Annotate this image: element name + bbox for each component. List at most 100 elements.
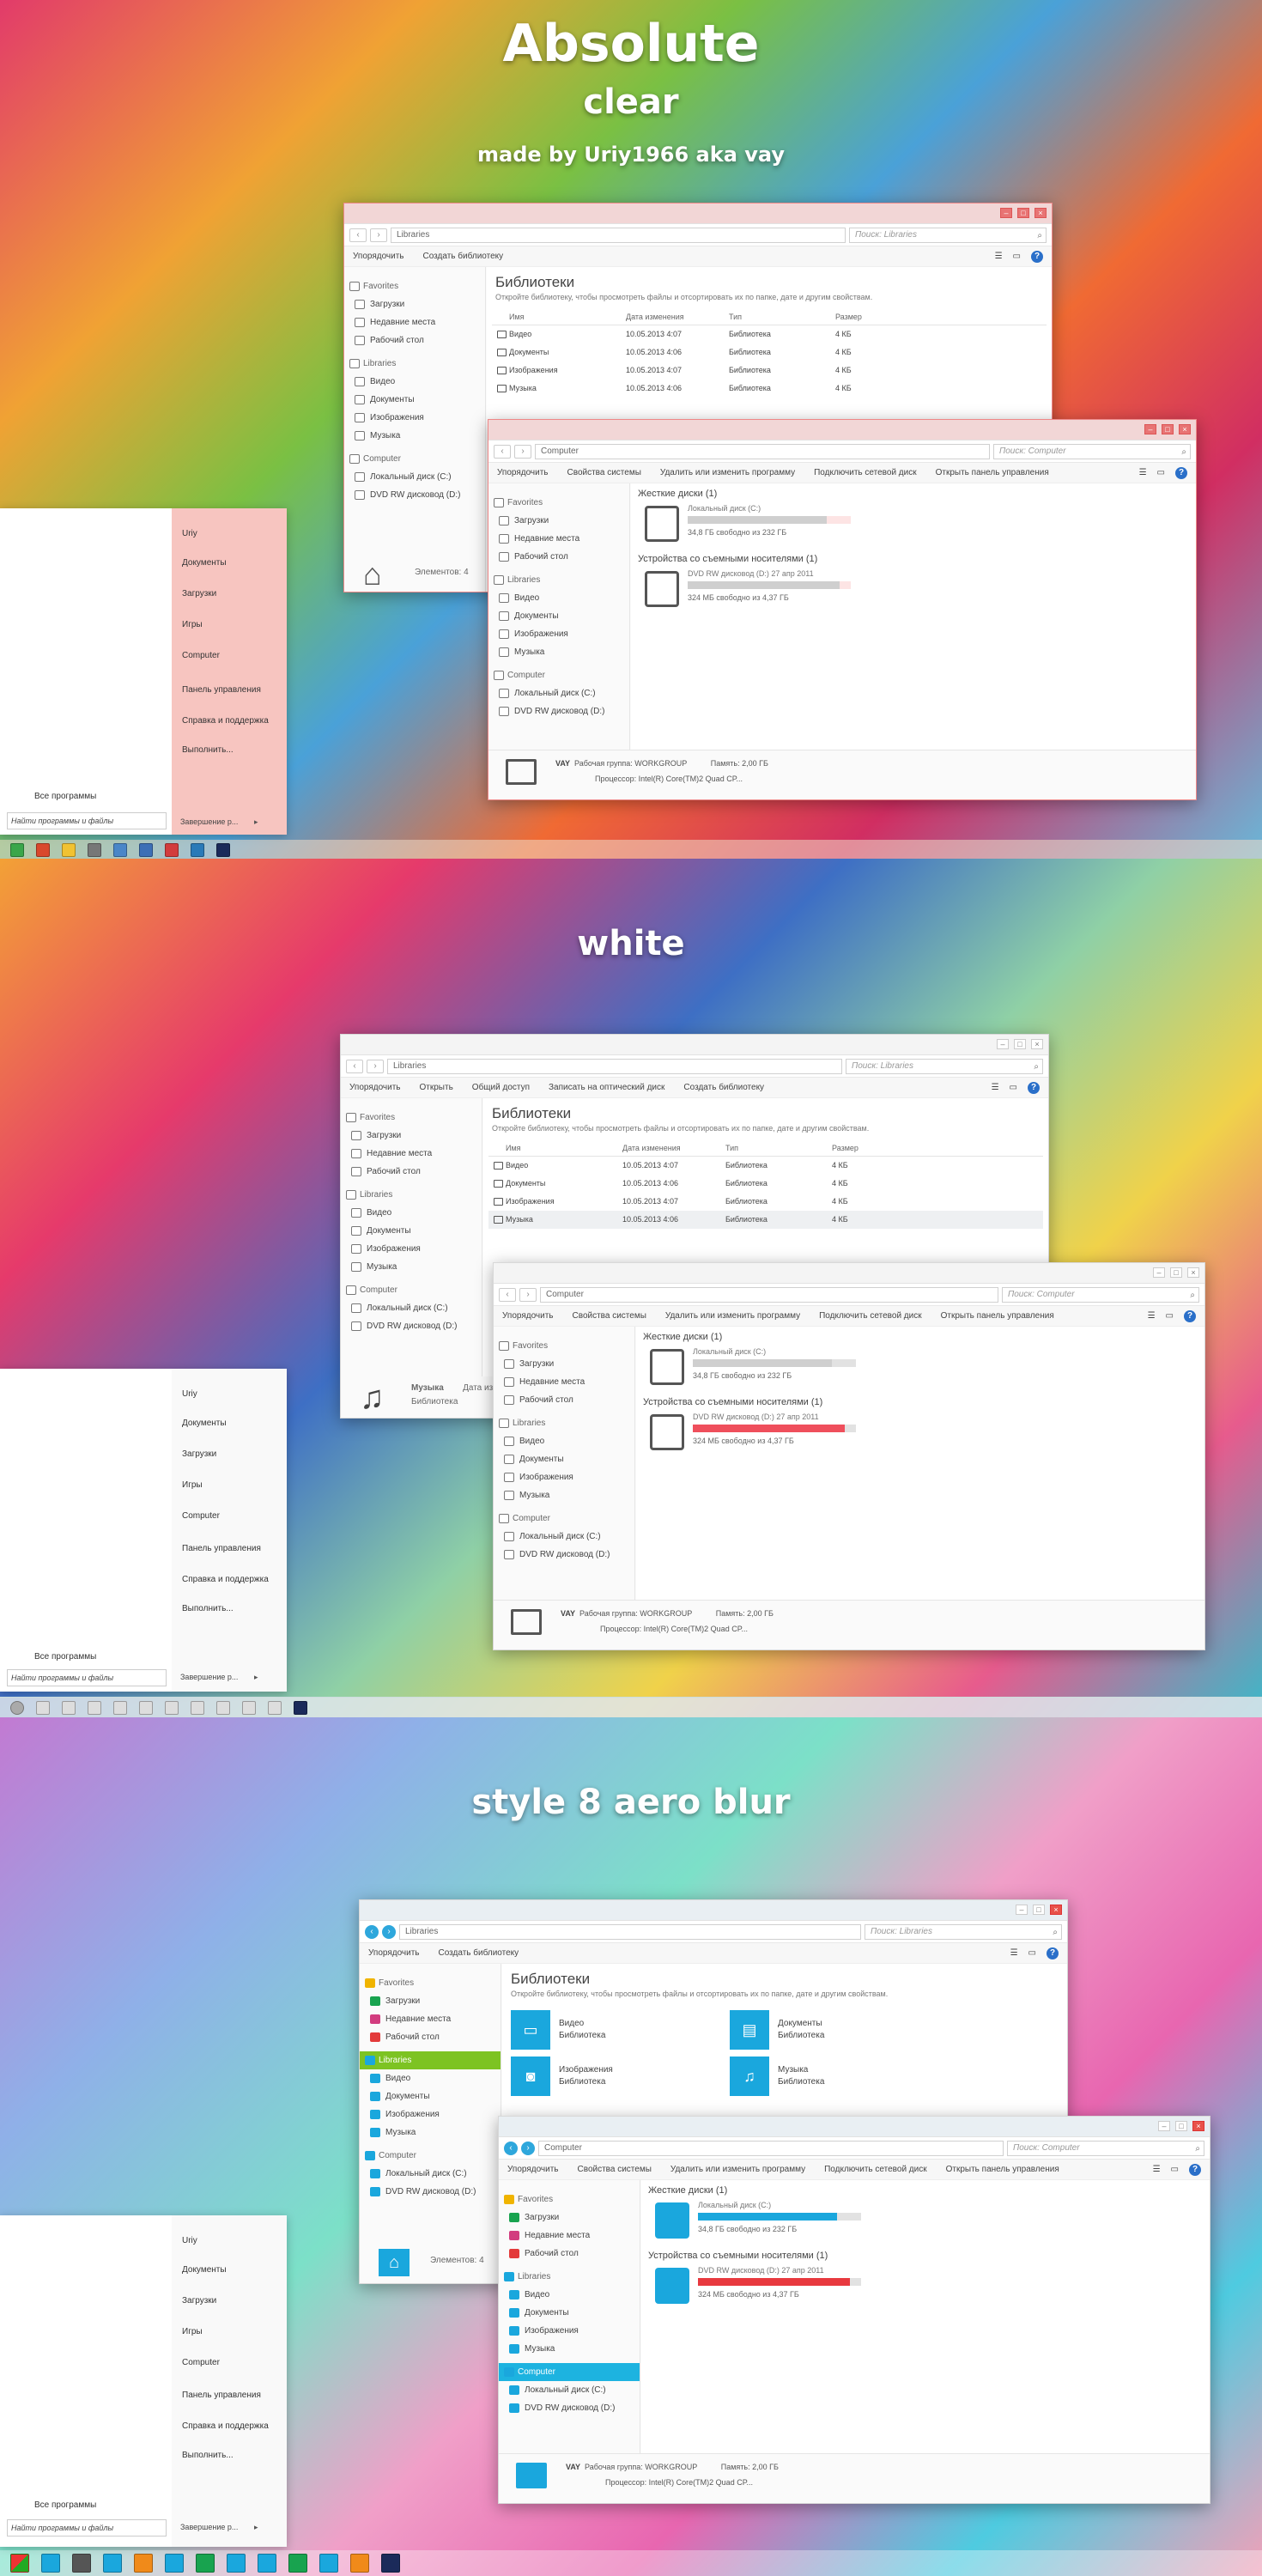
preview-pane-icon[interactable]: ▭ xyxy=(1171,2165,1179,2174)
nav-disk-d[interactable]: DVD RW дисковод (D:) xyxy=(488,702,629,720)
minimize-button[interactable]: – xyxy=(997,1039,1009,1049)
nav-favorites[interactable]: Favorites xyxy=(360,1974,501,1992)
all-programs-button[interactable]: Все программы xyxy=(34,792,96,801)
shutdown-arrow-icon[interactable]: ▸ xyxy=(254,817,258,827)
nav-libraries[interactable]: Libraries xyxy=(499,2268,640,2286)
drive-d[interactable]: DVD RW дисковод (D:) 27 апр 2011 324 МБ … xyxy=(645,566,1196,614)
activity-icon[interactable] xyxy=(165,2554,184,2573)
drive-c[interactable]: Локальный диск (C:) 34,8 ГБ свободно из … xyxy=(645,501,1196,549)
nav-disk-c[interactable]: Локальный диск (C:) xyxy=(494,1528,634,1546)
preview-pane-icon[interactable]: ▭ xyxy=(1157,468,1165,477)
nav-computer[interactable]: Computer xyxy=(344,450,485,468)
help-icon[interactable]: ? xyxy=(1189,2163,1201,2176)
library-tile-documents[interactable]: ▤ Документы Библиотека xyxy=(730,2005,949,2051)
nav-video[interactable]: Видео xyxy=(499,2286,640,2304)
table-row[interactable]: Видео 10.05.2013 4:07 Библиотека 4 КБ xyxy=(488,1157,1043,1175)
maximize-button[interactable]: □ xyxy=(1162,424,1174,434)
nav-images[interactable]: Изображения xyxy=(488,625,629,643)
table-row[interactable]: Документы 10.05.2013 4:06 Библиотека 4 КБ xyxy=(492,343,1047,361)
nav-computer[interactable]: Computer xyxy=(341,1281,482,1299)
view-options-icon[interactable]: ☰ xyxy=(1153,2165,1161,2174)
close-button[interactable]: × xyxy=(1050,1905,1062,1915)
back-button[interactable]: ‹ xyxy=(499,1287,516,1302)
organize-button[interactable]: Упорядочить xyxy=(507,2165,559,2174)
nav-disk-c[interactable]: Локальный диск (C:) xyxy=(488,684,629,702)
nav-libraries[interactable]: Libraries xyxy=(494,1414,634,1432)
maximize-button[interactable]: □ xyxy=(1175,2121,1187,2131)
nav-computer[interactable]: Computer xyxy=(488,666,629,684)
nav-disk-d[interactable]: DVD RW дисковод (D:) xyxy=(360,2183,501,2201)
browser-icon[interactable] xyxy=(36,843,50,857)
start-item-computer[interactable]: Computer xyxy=(182,1511,220,1521)
organize-button[interactable]: Упорядочить xyxy=(368,1948,420,1958)
start-item-help[interactable]: Справка и поддержка xyxy=(182,716,269,726)
nav-video[interactable]: Видео xyxy=(344,373,485,391)
table-row[interactable]: Изображения 10.05.2013 4:07 Библиотека 4 КБ xyxy=(492,361,1047,380)
forward-button[interactable]: › xyxy=(367,1059,384,1073)
nav-music[interactable]: Музыка xyxy=(494,1486,634,1504)
nav-favorites[interactable]: Favorites xyxy=(341,1109,482,1127)
start-button-icon[interactable] xyxy=(10,843,24,857)
maximize-button[interactable]: □ xyxy=(1170,1267,1182,1278)
start-item-games[interactable]: Игры xyxy=(182,1480,203,1490)
library-tile-video[interactable]: ▭ Видео Библиотека xyxy=(511,2005,730,2051)
control-panel-button[interactable]: Открыть панель управления xyxy=(946,2165,1059,2174)
start-item-computer[interactable]: Computer xyxy=(182,651,220,660)
shutdown-button[interactable]: Завершение р... xyxy=(180,2523,238,2531)
map-drive-button[interactable]: Подключить сетевой диск xyxy=(819,1311,922,1321)
maximize-button[interactable]: □ xyxy=(1017,208,1029,218)
organize-button[interactable]: Упорядочить xyxy=(353,252,404,261)
nav-images[interactable]: Изображения xyxy=(494,1468,634,1486)
start-item-user[interactable]: Uriy xyxy=(182,2236,197,2245)
start-item-control-panel[interactable]: Панель управления xyxy=(182,2391,261,2400)
start-item-control-panel[interactable]: Панель управления xyxy=(182,1544,261,1553)
heart-icon[interactable] xyxy=(242,1700,256,1715)
table-row[interactable]: Видео 10.05.2013 4:07 Библиотека 4 КБ xyxy=(492,325,1047,343)
nav-disk-d[interactable]: DVD RW дисковод (D:) xyxy=(494,1546,634,1564)
start-search-input[interactable]: Найти программы и файлы xyxy=(7,1669,167,1686)
nav-downloads[interactable]: Загрузки xyxy=(360,1992,501,2010)
start-item-downloads[interactable]: Загрузки xyxy=(182,589,216,598)
forward-button[interactable]: › xyxy=(521,2141,535,2155)
start-item-computer[interactable]: Computer xyxy=(182,2358,220,2367)
close-button[interactable]: × xyxy=(1192,2121,1204,2131)
nav-downloads[interactable]: Загрузки xyxy=(341,1127,482,1145)
start-item-games[interactable]: Игры xyxy=(182,620,203,629)
shutdown-arrow-icon[interactable]: ▸ xyxy=(254,2523,258,2532)
nav-computer[interactable]: Computer xyxy=(360,2147,501,2165)
forward-button[interactable]: › xyxy=(514,444,531,459)
forward-button[interactable]: › xyxy=(370,228,387,242)
font-icon[interactable] xyxy=(350,2554,369,2573)
map-drive-button[interactable]: Подключить сетевой диск xyxy=(814,468,917,477)
start-item-run[interactable]: Выполнить... xyxy=(182,2451,234,2460)
search-input[interactable]: Поиск: Computer ⌕ xyxy=(1007,2140,1204,2156)
photoshop-icon[interactable] xyxy=(381,2554,400,2573)
control-panel-button[interactable]: Открыть панель управления xyxy=(941,1311,1054,1321)
all-programs-button[interactable]: Все программы xyxy=(34,1652,96,1662)
address-input[interactable]: Libraries xyxy=(391,227,846,243)
table-row[interactable]: Музыка 10.05.2013 4:06 Библиотека 4 КБ xyxy=(492,380,1047,398)
nav-recent[interactable]: Недавние места xyxy=(494,1373,634,1391)
help-icon[interactable]: ? xyxy=(1031,250,1043,263)
preview-pane-icon[interactable]: ▭ xyxy=(1010,1083,1017,1092)
nav-desktop[interactable]: Рабочий стол xyxy=(341,1163,482,1181)
store-icon[interactable] xyxy=(258,2554,276,2573)
new-library-button[interactable]: Создать библиотеку xyxy=(439,1948,519,1958)
app-icon[interactable] xyxy=(165,843,179,857)
nav-documents[interactable]: Документы xyxy=(360,2087,501,2105)
back-button[interactable]: ‹ xyxy=(365,1924,379,1939)
address-input[interactable]: Libraries xyxy=(399,1923,861,1940)
app-icon[interactable] xyxy=(191,843,204,857)
nav-desktop[interactable]: Рабочий стол xyxy=(499,2245,640,2263)
uninstall-button[interactable]: Удалить или изменить программу xyxy=(660,468,795,477)
tools-icon[interactable] xyxy=(72,2554,91,2573)
nav-documents[interactable]: Документы xyxy=(344,391,485,409)
tools-icon[interactable] xyxy=(62,1700,76,1715)
folder-icon[interactable] xyxy=(36,1700,50,1715)
col-date[interactable]: Дата изменения xyxy=(621,308,724,325)
nav-libraries[interactable]: Libraries xyxy=(341,1186,482,1204)
maximize-button[interactable]: □ xyxy=(1014,1039,1026,1049)
address-input[interactable]: Libraries xyxy=(387,1058,842,1074)
refresh-icon[interactable] xyxy=(288,2554,307,2573)
windows-icon[interactable] xyxy=(227,2554,246,2573)
